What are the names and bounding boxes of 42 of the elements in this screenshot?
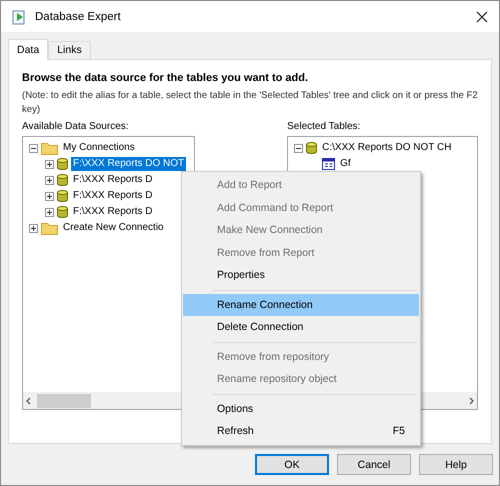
database-icon [57, 158, 68, 170]
selected-label: Selected Tables: [287, 121, 362, 132]
expand-icon[interactable] [45, 208, 54, 216]
menu-item[interactable]: Refresh F5 [183, 420, 419, 442]
shortcut-text: F5 [392, 425, 405, 438]
note-text: (Note: to edit the alias for a table, select the table in the 'Selected Tables' tree and click on it or press the F2 key) [22, 89, 478, 117]
tab[interactable]: Data [8, 39, 48, 60]
menu-item[interactable]: Options [183, 398, 419, 420]
tree-item[interactable]: Gf [338, 157, 353, 171]
tree-item[interactable]: Create New Connectio [61, 221, 166, 235]
dialog-button[interactable]: OK [255, 454, 329, 475]
app-icon [11, 8, 27, 24]
tab[interactable]: Links [48, 41, 91, 60]
expand-icon[interactable] [45, 176, 54, 184]
close-icon[interactable] [475, 10, 489, 24]
tree-item[interactable]: My Connections [61, 141, 137, 155]
tree-item[interactable]: F:\XXX Reports D [71, 205, 154, 219]
window-title: Database Expert [35, 10, 122, 22]
database-icon [57, 206, 68, 218]
database-icon [57, 174, 68, 186]
collapse-icon[interactable] [294, 144, 304, 152]
menu-item[interactable]: Properties [183, 264, 419, 286]
tree-item[interactable]: F:\XXX Reports D [71, 189, 154, 203]
collapse-icon[interactable] [29, 144, 38, 152]
tree-item[interactable]: F:\XXX Reports D [71, 173, 154, 187]
scrollbar-thumb[interactable] [37, 394, 91, 408]
expand-icon[interactable] [45, 160, 54, 168]
folder-icon [41, 142, 58, 154]
expand-icon[interactable] [29, 224, 38, 232]
folder-icon [41, 222, 58, 234]
menu-item[interactable]: Delete Connection [183, 316, 419, 338]
table-icon [322, 158, 336, 170]
available-label: Available Data Sources: [22, 121, 130, 132]
database-icon [306, 142, 318, 154]
menu-item[interactable]: Rename Connection [183, 294, 419, 316]
dialog-button[interactable]: Help [419, 454, 493, 475]
tree-item[interactable]: C:\XXX Reports DO NOT CH [320, 141, 454, 155]
database-icon [57, 190, 68, 202]
dialog-button[interactable]: Cancel [337, 454, 411, 475]
tree-item[interactable]: F:\XXX Reports DO NOT [71, 157, 186, 171]
heading: Browse the data source for the tables you want to add. [22, 72, 310, 84]
expand-icon[interactable] [45, 192, 54, 200]
